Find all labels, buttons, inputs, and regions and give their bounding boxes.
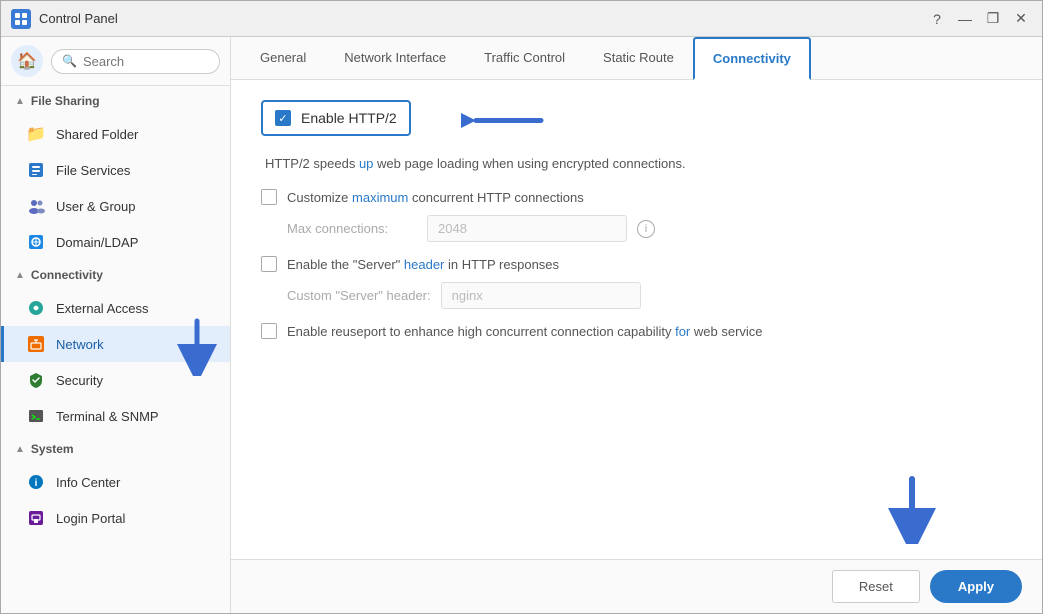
custom-server-input[interactable]	[441, 282, 641, 309]
minimize-button[interactable]: —	[954, 8, 976, 30]
domain-icon	[26, 232, 46, 252]
reuseport-label: Enable reuseport to enhance high concurr…	[287, 324, 763, 339]
svg-text:i: i	[35, 478, 38, 489]
arrow-left-http2	[461, 96, 551, 151]
enable-http2-label: Enable HTTP/2	[301, 110, 397, 126]
server-header-row: Enable the "Server" header in HTTP respo…	[261, 256, 1012, 272]
sidebar: 🏠 🔍 ▲ File Sharing 📁 Shared Folder	[1, 37, 231, 613]
home-button[interactable]: 🏠	[11, 45, 43, 77]
main-content: 🏠 🔍 ▲ File Sharing 📁 Shared Folder	[1, 37, 1042, 613]
login-icon	[26, 508, 46, 528]
max-connections-label: Max connections:	[287, 221, 417, 236]
custom-server-label: Custom "Server" header:	[287, 288, 431, 303]
tab-connectivity[interactable]: Connectivity	[693, 37, 811, 80]
section-file-sharing[interactable]: ▲ File Sharing	[1, 86, 230, 116]
info-tooltip-icon[interactable]: i	[637, 220, 655, 238]
search-input[interactable]	[83, 54, 209, 69]
tab-bar: General Network Interface Traffic Contro…	[231, 37, 1042, 80]
folder-icon: 📁	[26, 124, 46, 144]
arrow-down-apply	[882, 474, 942, 549]
chevron-icon: ▲	[15, 96, 25, 107]
max-connections-input[interactable]	[427, 215, 627, 242]
sidebar-item-shared-folder[interactable]: 📁 Shared Folder	[1, 116, 230, 152]
reuseport-row: Enable reuseport to enhance high concurr…	[261, 323, 1012, 339]
customize-connections-label: Customize maximum concurrent HTTP connec…	[287, 190, 584, 205]
customize-connections-row: Customize maximum concurrent HTTP connec…	[261, 189, 1012, 205]
apply-button[interactable]: Apply	[930, 570, 1022, 603]
server-header-checkbox[interactable]	[261, 256, 277, 272]
user-group-icon	[26, 196, 46, 216]
reuseport-checkbox[interactable]	[261, 323, 277, 339]
arrow-down-network	[172, 316, 222, 381]
sidebar-item-terminal-snmp[interactable]: Terminal & SNMP	[1, 398, 230, 434]
search-box: 🔍	[51, 49, 220, 74]
file-services-icon	[26, 160, 46, 180]
section-connectivity[interactable]: ▲ Connectivity	[1, 260, 230, 290]
network-icon	[26, 334, 46, 354]
max-connections-row: Max connections: i	[287, 215, 1012, 242]
enable-http2-checkbox[interactable]: ✓	[275, 110, 291, 126]
tab-network-interface[interactable]: Network Interface	[325, 37, 465, 80]
info-icon: i	[26, 472, 46, 492]
enable-http2-row: ✓ Enable HTTP/2	[261, 100, 411, 136]
window-controls: ? — ❐ ✕	[926, 8, 1032, 30]
terminal-icon	[26, 406, 46, 426]
section-system[interactable]: ▲ System	[1, 434, 230, 464]
chevron-icon-connectivity: ▲	[15, 270, 25, 281]
right-panel: General Network Interface Traffic Contro…	[231, 37, 1042, 613]
control-panel-window: Control Panel ? — ❐ ✕ 🏠 🔍 ▲ File Sharing	[0, 0, 1043, 614]
search-icon: 🔍	[62, 54, 77, 68]
panel-content: ✓ Enable HTTP/2	[231, 80, 1042, 559]
customize-connections-checkbox[interactable]	[261, 189, 277, 205]
enable-http2-section: ✓ Enable HTTP/2	[261, 100, 411, 146]
window-title: Control Panel	[39, 11, 926, 26]
maximize-button[interactable]: ❐	[982, 8, 1004, 30]
external-access-icon	[26, 298, 46, 318]
tab-static-route[interactable]: Static Route	[584, 37, 693, 80]
network-row-wrap: Network	[1, 326, 230, 362]
sidebar-item-info-center[interactable]: i Info Center	[1, 464, 230, 500]
help-button[interactable]: ?	[926, 8, 948, 30]
bottom-bar: Reset Apply	[231, 559, 1042, 613]
sidebar-item-login-portal[interactable]: Login Portal	[1, 500, 230, 536]
reset-button[interactable]: Reset	[832, 570, 920, 603]
title-bar: Control Panel ? — ❐ ✕	[1, 1, 1042, 37]
tab-general[interactable]: General	[241, 37, 325, 80]
close-button[interactable]: ✕	[1010, 8, 1032, 30]
chevron-icon-system: ▲	[15, 444, 25, 455]
security-icon	[26, 370, 46, 390]
app-icon	[11, 9, 31, 29]
custom-server-header-row: Custom "Server" header:	[287, 282, 1012, 309]
http2-description: HTTP/2 speeds up web page loading when u…	[265, 156, 1012, 171]
sidebar-item-user-group[interactable]: User & Group	[1, 188, 230, 224]
sidebar-item-domain-ldap[interactable]: Domain/LDAP	[1, 224, 230, 260]
sidebar-item-file-services[interactable]: File Services	[1, 152, 230, 188]
server-header-label: Enable the "Server" header in HTTP respo…	[287, 257, 559, 272]
tab-traffic-control[interactable]: Traffic Control	[465, 37, 584, 80]
